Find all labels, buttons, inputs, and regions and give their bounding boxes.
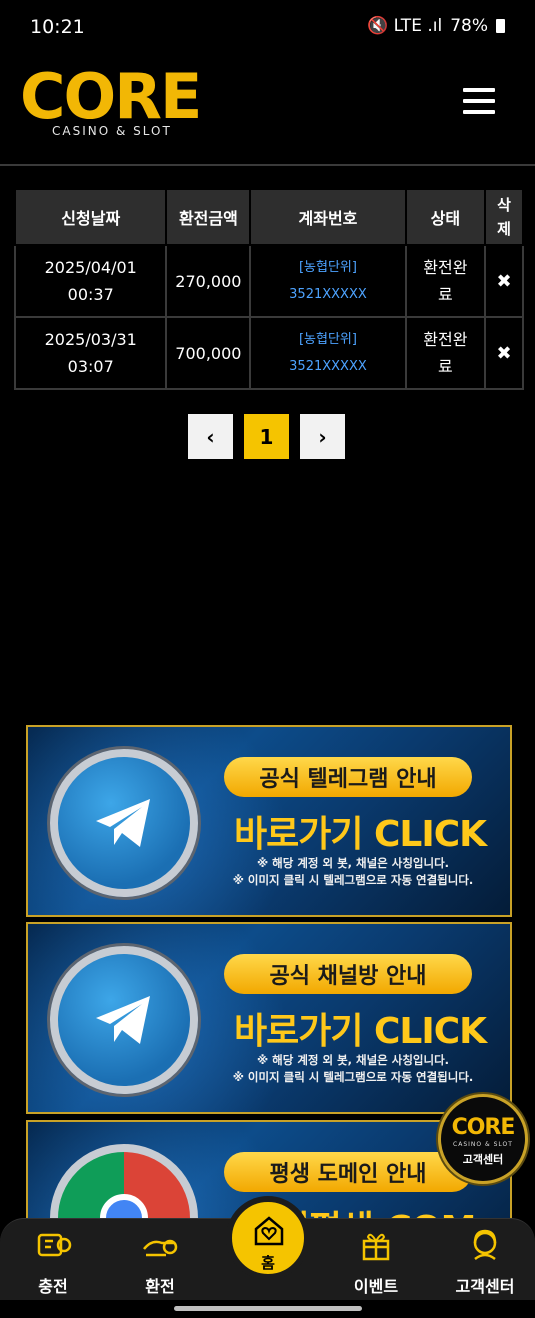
table-row: 2025/04/01 00:37 270,000 [농협단위] 3521XXXXX …: [13, 244, 524, 318]
banner-note: ※ 이미지 클릭 시 텔레그램으로 자동 연결됩니다.: [232, 873, 474, 887]
nav-withdraw[interactable]: 환전: [115, 1225, 205, 1297]
cell-delete: ✖: [484, 316, 524, 390]
home-button[interactable]: 홈: [226, 1196, 310, 1280]
logo-subtitle: CASINO & SLOT: [52, 124, 172, 138]
banner-note: ※ 해당 계정 외 봇, 채널은 사칭입니다.: [256, 856, 450, 870]
status-time: 10:21: [30, 16, 85, 38]
table-row: 2025/03/31 03:07 700,000 [농협단위] 3521XXXXX …: [13, 316, 524, 390]
withdraw-icon: [143, 1239, 178, 1257]
hamburger-icon[interactable]: [463, 88, 495, 116]
prev-page-button[interactable]: ‹: [188, 414, 233, 459]
cell-status: 환전완 료: [404, 316, 487, 390]
cell-amount: 700,000: [165, 316, 252, 390]
nav-support[interactable]: 고객센터: [440, 1225, 530, 1297]
signal-icons: 🔇 LTE .ıl: [367, 16, 443, 36]
banner-pill-title: 공식 텔레그램 안내: [224, 757, 472, 797]
gesture-bar: [0, 1300, 535, 1318]
banner-pill-title: 평생 도메인 안내: [224, 1152, 472, 1192]
headset-icon: [473, 1229, 497, 1261]
cell-delete: ✖: [484, 244, 524, 318]
status-indicators: 🔇 LTE .ıl 78%: [367, 16, 505, 36]
banner-headline: 바로가기 CLICK: [233, 1011, 487, 1052]
logo-wordmark: CORE: [20, 60, 202, 133]
telegram-icon: [50, 946, 198, 1094]
home-heart-icon: [254, 1216, 284, 1246]
cell-date: 2025/03/31 03:07: [13, 316, 168, 390]
pagination: ‹ 1 ›: [188, 414, 345, 459]
withdrawal-history-table: 신청날짜 환전금액 계좌번호 상태 삭제 2025/04/01 00:37 270…: [13, 188, 524, 390]
banner-note: ※ 해당 계정 외 봇, 채널은 사칭입니다.: [256, 1053, 450, 1067]
banner-pill-title: 공식 채널방 안내: [224, 954, 472, 994]
nav-label: 고객센터: [455, 1277, 515, 1296]
delete-icon[interactable]: ✖: [496, 343, 511, 364]
col-request-date: 신청날짜: [13, 188, 168, 246]
nav-label: 이벤트: [353, 1277, 399, 1296]
page-1-button[interactable]: 1: [244, 414, 289, 459]
col-account: 계좌번호: [249, 188, 407, 246]
core-logo[interactable]: CORE CASINO & SLOT: [20, 66, 210, 146]
col-amount: 환전금액: [165, 188, 252, 246]
cell-account: [농협단위] 3521XXXXX: [249, 244, 407, 318]
delete-icon[interactable]: ✖: [496, 271, 511, 292]
nav-event[interactable]: 이벤트: [331, 1225, 421, 1297]
site-header: CORE CASINO & SLOT: [0, 48, 535, 166]
badge-label: 고객센터: [462, 1153, 504, 1166]
banner-note: ※ 이미지 클릭 시 텔레그램으로 자동 연결됩니다.: [232, 1070, 474, 1084]
home-label: 홈: [261, 1254, 275, 1272]
badge-subtitle: CASINO & SLOT: [453, 1141, 513, 1148]
telegram-banner[interactable]: 공식 텔레그램 안내 바로가기 CLICK ※ 해당 계정 외 봇, 채널은 사…: [26, 725, 512, 917]
gesture-handle[interactable]: [174, 1306, 362, 1311]
battery-percent: 78%: [450, 16, 488, 36]
gift-icon: [362, 1233, 390, 1261]
telegram-icon: [50, 749, 198, 897]
cell-status: 환전완 료: [404, 244, 487, 318]
deposit-icon: [37, 1233, 72, 1257]
nav-deposit[interactable]: 충전: [8, 1225, 98, 1297]
cell-account: [농협단위] 3521XXXXX: [249, 316, 407, 390]
status-bar: 10:21 🔇 LTE .ıl 78%: [0, 0, 535, 48]
table-header-row: 신청날짜 환전금액 계좌번호 상태 삭제: [13, 188, 524, 246]
banner-headline: 바로가기 CLICK: [233, 814, 487, 855]
col-delete: 삭제: [484, 188, 524, 246]
battery-icon: [496, 19, 505, 33]
nav-label: 충전: [38, 1277, 68, 1296]
cell-date: 2025/04/01 00:37: [13, 244, 168, 318]
support-floating-button[interactable]: CORE CASINO & SLOT 고객센터: [438, 1094, 528, 1184]
cell-amount: 270,000: [165, 244, 252, 318]
next-page-button[interactable]: ›: [300, 414, 345, 459]
nav-label: 환전: [145, 1277, 175, 1296]
badge-logo: CORE: [451, 1115, 516, 1140]
col-status: 상태: [404, 188, 487, 246]
channel-banner[interactable]: 공식 채널방 안내 바로가기 CLICK ※ 해당 계정 외 봇, 채널은 사칭…: [26, 922, 512, 1114]
